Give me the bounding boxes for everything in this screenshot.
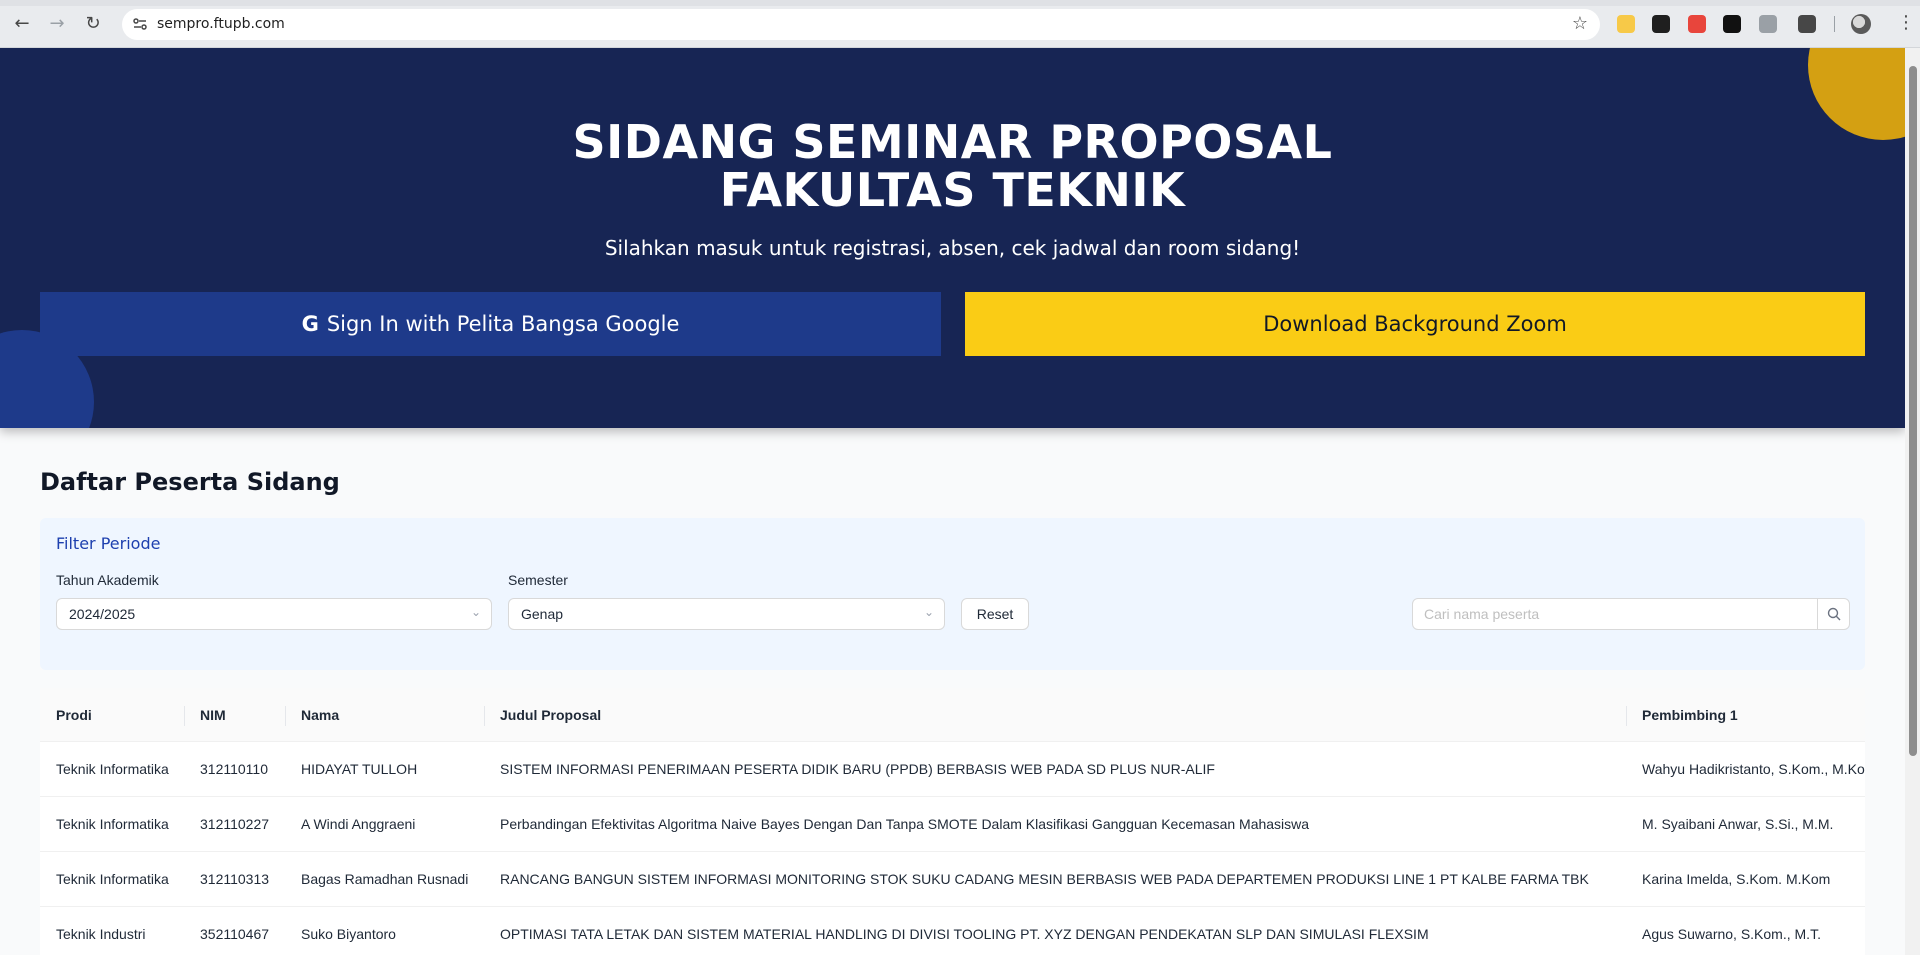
table-row[interactable]: Teknik Industri 352110467 Suko Biyantoro OP… [40, 907, 1865, 955]
chevron-down-icon: ⌄ [923, 605, 934, 619]
scrollbar-thumb[interactable] [1909, 66, 1917, 756]
cell-judul: Perbandingan Efektivitas Algoritma Naive… [500, 816, 1310, 832]
google-signin-label: Sign In with Pelita Bangsa Google [326, 312, 680, 336]
toolbar-divider [1834, 16, 1835, 32]
cell-nama: Suko Biyantoro [301, 926, 396, 942]
hero-title-line1: SIDANG SEMINAR PROPOSAL [572, 115, 1333, 169]
hero-title-line2: FAKULTAS TEKNIK [719, 163, 1186, 217]
header-pembimbing[interactable]: Pembimbing 1 [1626, 688, 1865, 742]
page-viewport: SIDANG SEMINAR PROPOSAL FAKULTAS TEKNIK … [0, 48, 1905, 955]
reset-button[interactable]: Reset [961, 598, 1029, 630]
url-text[interactable]: sempro.ftupb.com [157, 16, 285, 32]
hero-title: SIDANG SEMINAR PROPOSAL FAKULTAS TEKNIK [0, 118, 1905, 214]
header-prodi[interactable]: Prodi [40, 688, 184, 742]
browser-toolbar: ← → ↻ sempro.ftupb.com ☆ ⋮ [0, 0, 1920, 48]
hero-banner: SIDANG SEMINAR PROPOSAL FAKULTAS TEKNIK … [0, 48, 1905, 428]
cell-prodi: Teknik Informatika [56, 816, 169, 832]
cell-pembimbing: Wahyu Hadikristanto, S.Kom., M.Kom [1642, 761, 1865, 777]
search-box[interactable] [1412, 598, 1850, 630]
table-header: Prodi NIM Nama Judul Proposal Pembimbing… [40, 688, 1865, 742]
chevron-down-icon: ⌄ [470, 605, 481, 619]
table-row[interactable]: Teknik Informatika 312110110 HIDAYAT TULLO… [40, 742, 1865, 797]
cell-nim: 312110227 [200, 816, 270, 832]
hero-subtitle: Silahkan masuk untuk registrasi, absen, … [604, 236, 1301, 260]
download-background-button[interactable]: Download Background Zoom [965, 292, 1865, 356]
year-select[interactable]: 2024/2025 ⌄ [56, 598, 492, 630]
header-nama[interactable]: Nama [285, 688, 484, 742]
cell-pembimbing: Agus Suwarno, S.Kom., M.T. [1642, 926, 1821, 942]
site-info-icon[interactable] [132, 16, 148, 32]
cell-prodi: Teknik Informatika [56, 761, 169, 777]
p-extension-icon[interactable] [1723, 15, 1741, 33]
bookmark-star-icon[interactable]: ☆ [1572, 13, 1588, 34]
back-icon[interactable]: ← [11, 13, 33, 35]
camera-extension-icon[interactable] [1759, 15, 1777, 33]
semester-select-value: Genap [521, 606, 564, 622]
table-body: Teknik Informatika 312110110 HIDAYAT TULLO… [40, 742, 1865, 955]
search-button[interactable] [1817, 599, 1849, 629]
year-label: Tahun Akademik [56, 572, 159, 588]
menu-kebab-icon[interactable]: ⋮ [1897, 12, 1915, 33]
table-row[interactable]: Teknik Informatika 312110227 A Windi Anggr… [40, 797, 1865, 852]
download-background-label: Download Background Zoom [1263, 312, 1567, 336]
puzzle-extension-icon[interactable] [1798, 15, 1816, 33]
profile-avatar[interactable] [1851, 14, 1871, 34]
cell-nama: Bagas Ramadhan Rusnadi [301, 871, 469, 887]
note-extension-icon[interactable] [1617, 15, 1635, 33]
table-row[interactable]: Teknik Informatika 312110313 Bagas Ramadha… [40, 852, 1865, 907]
page-scrollbar[interactable] [1905, 48, 1920, 955]
cell-nim: 352110467 [200, 926, 270, 942]
reload-icon[interactable]: ↻ [82, 13, 104, 35]
cell-judul: OPTIMASI TATA LETAK DAN SISTEM MATERIAL … [500, 926, 1429, 942]
filter-title: Filter Periode [56, 534, 161, 553]
tab-strip [0, 0, 1920, 6]
filter-panel: Filter Periode Tahun Akademik 2024/2025 … [40, 518, 1865, 670]
header-judul[interactable]: Judul Proposal [484, 688, 1626, 742]
search-icon [1827, 607, 1840, 621]
cell-pembimbing: M. Syaibani Anwar, S.Si., M.M. [1642, 816, 1834, 832]
cell-pembimbing: Karina Imelda, S.Kom. M.Kom [1642, 871, 1831, 887]
forward-icon[interactable]: → [46, 13, 68, 35]
address-bar[interactable]: sempro.ftupb.com ☆ [122, 9, 1600, 40]
search-input[interactable] [1413, 599, 1818, 629]
semester-label: Semester [508, 572, 568, 588]
cell-prodi: Teknik Informatika [56, 871, 169, 887]
cell-nim: 312110313 [200, 871, 270, 887]
cell-nim: 312110110 [200, 761, 268, 777]
cell-nama: HIDAYAT TULLOH [301, 761, 418, 777]
pen-extension-icon[interactable] [1652, 15, 1670, 33]
year-select-value: 2024/2025 [69, 606, 136, 622]
semester-select[interactable]: Genap ⌄ [508, 598, 945, 630]
record-extension-icon[interactable] [1688, 15, 1706, 33]
cell-nama: A Windi Anggraeni [301, 816, 416, 832]
google-icon: G [301, 312, 319, 336]
header-nim[interactable]: NIM [184, 688, 285, 742]
section-title: Daftar Peserta Sidang [40, 468, 340, 496]
cell-judul: RANCANG BANGUN SISTEM INFORMASI MONITORI… [500, 871, 1589, 887]
participants-table: Prodi NIM Nama Judul Proposal Pembimbing… [40, 688, 1865, 955]
google-signin-button[interactable]: G Sign In with Pelita Bangsa Google [40, 292, 941, 356]
cell-judul: SISTEM INFORMASI PENERIMAAN PESERTA DIDI… [500, 761, 1215, 777]
cell-prodi: Teknik Industri [56, 926, 146, 942]
